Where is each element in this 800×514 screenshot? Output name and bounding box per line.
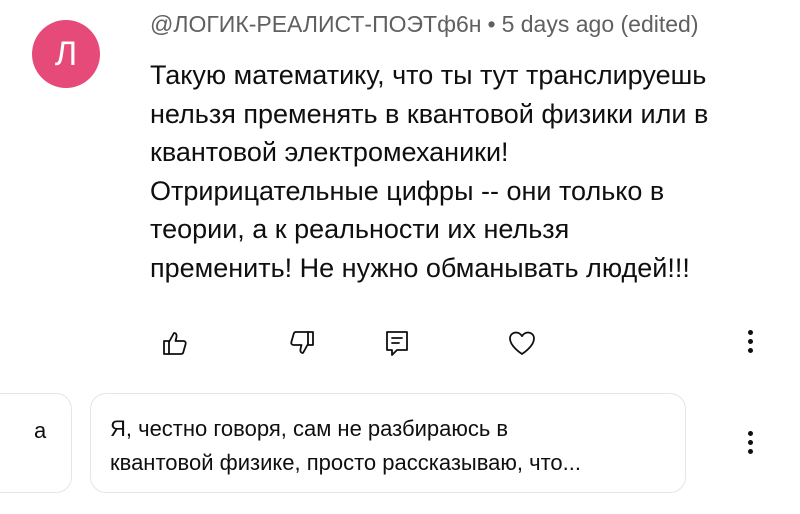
reply-preview-text: Я, честно говоря, сам не разбираюсь в кв… [110,412,666,480]
comment-line: пременить! Не нужно обманывать людей!!! [150,252,690,283]
reply-button[interactable] [380,326,414,360]
dislike-button[interactable] [285,326,319,360]
heart-icon [509,331,535,355]
like-icon [163,332,187,355]
reply-preview-card[interactable]: Я, честно говоря, сам не разбираюсь в кв… [90,393,686,493]
reply-icon [386,331,408,356]
reply-line: квантовой физике, просто рассказываю, чт… [110,450,581,475]
kebab-dot [747,329,753,335]
comment-line: теории, а к реальности их нельзя [150,214,570,244]
kebab-dot [747,338,753,344]
avatar-letter: Л [54,35,78,73]
comment-line: нельзя пременять в квантовой физики или … [150,98,709,129]
comment-line: Такую математику, что ты тут транслируеш… [150,60,707,90]
previous-reply-card[interactable]: а [0,393,72,493]
kebab-dot [747,430,753,436]
dislike-icon [290,331,314,354]
meta-separator: • [487,11,496,37]
love-button[interactable] [505,326,539,360]
reply-line: Я, честно говоря, сам не разбираюсь в [110,416,509,441]
kebab-dot [747,448,753,454]
kebab-dot [747,439,753,445]
comment-line: квантовой электромеханики! [150,137,509,167]
comment-body: Такую математику, что ты тут транслируеш… [150,56,780,287]
comment-line: Отририцательные цифры -- они только в [150,175,665,206]
comment-meta: @ЛОГИК-РЕАЛИСТ-ПОЭТф6н • 5 days ago (edite… [150,10,698,38]
more-icon[interactable] [740,324,760,358]
author-avatar[interactable]: Л [32,20,100,88]
comment-timestamp: 5 days ago (edited) [501,11,699,37]
author-handle[interactable]: @ЛОГИК-РЕАЛИСТ-ПОЭТф6н [150,11,482,37]
kebab-dot [747,347,753,353]
previous-reply-text: а [34,418,47,443]
like-button[interactable] [158,326,192,360]
reply-more-icon[interactable] [740,425,760,459]
